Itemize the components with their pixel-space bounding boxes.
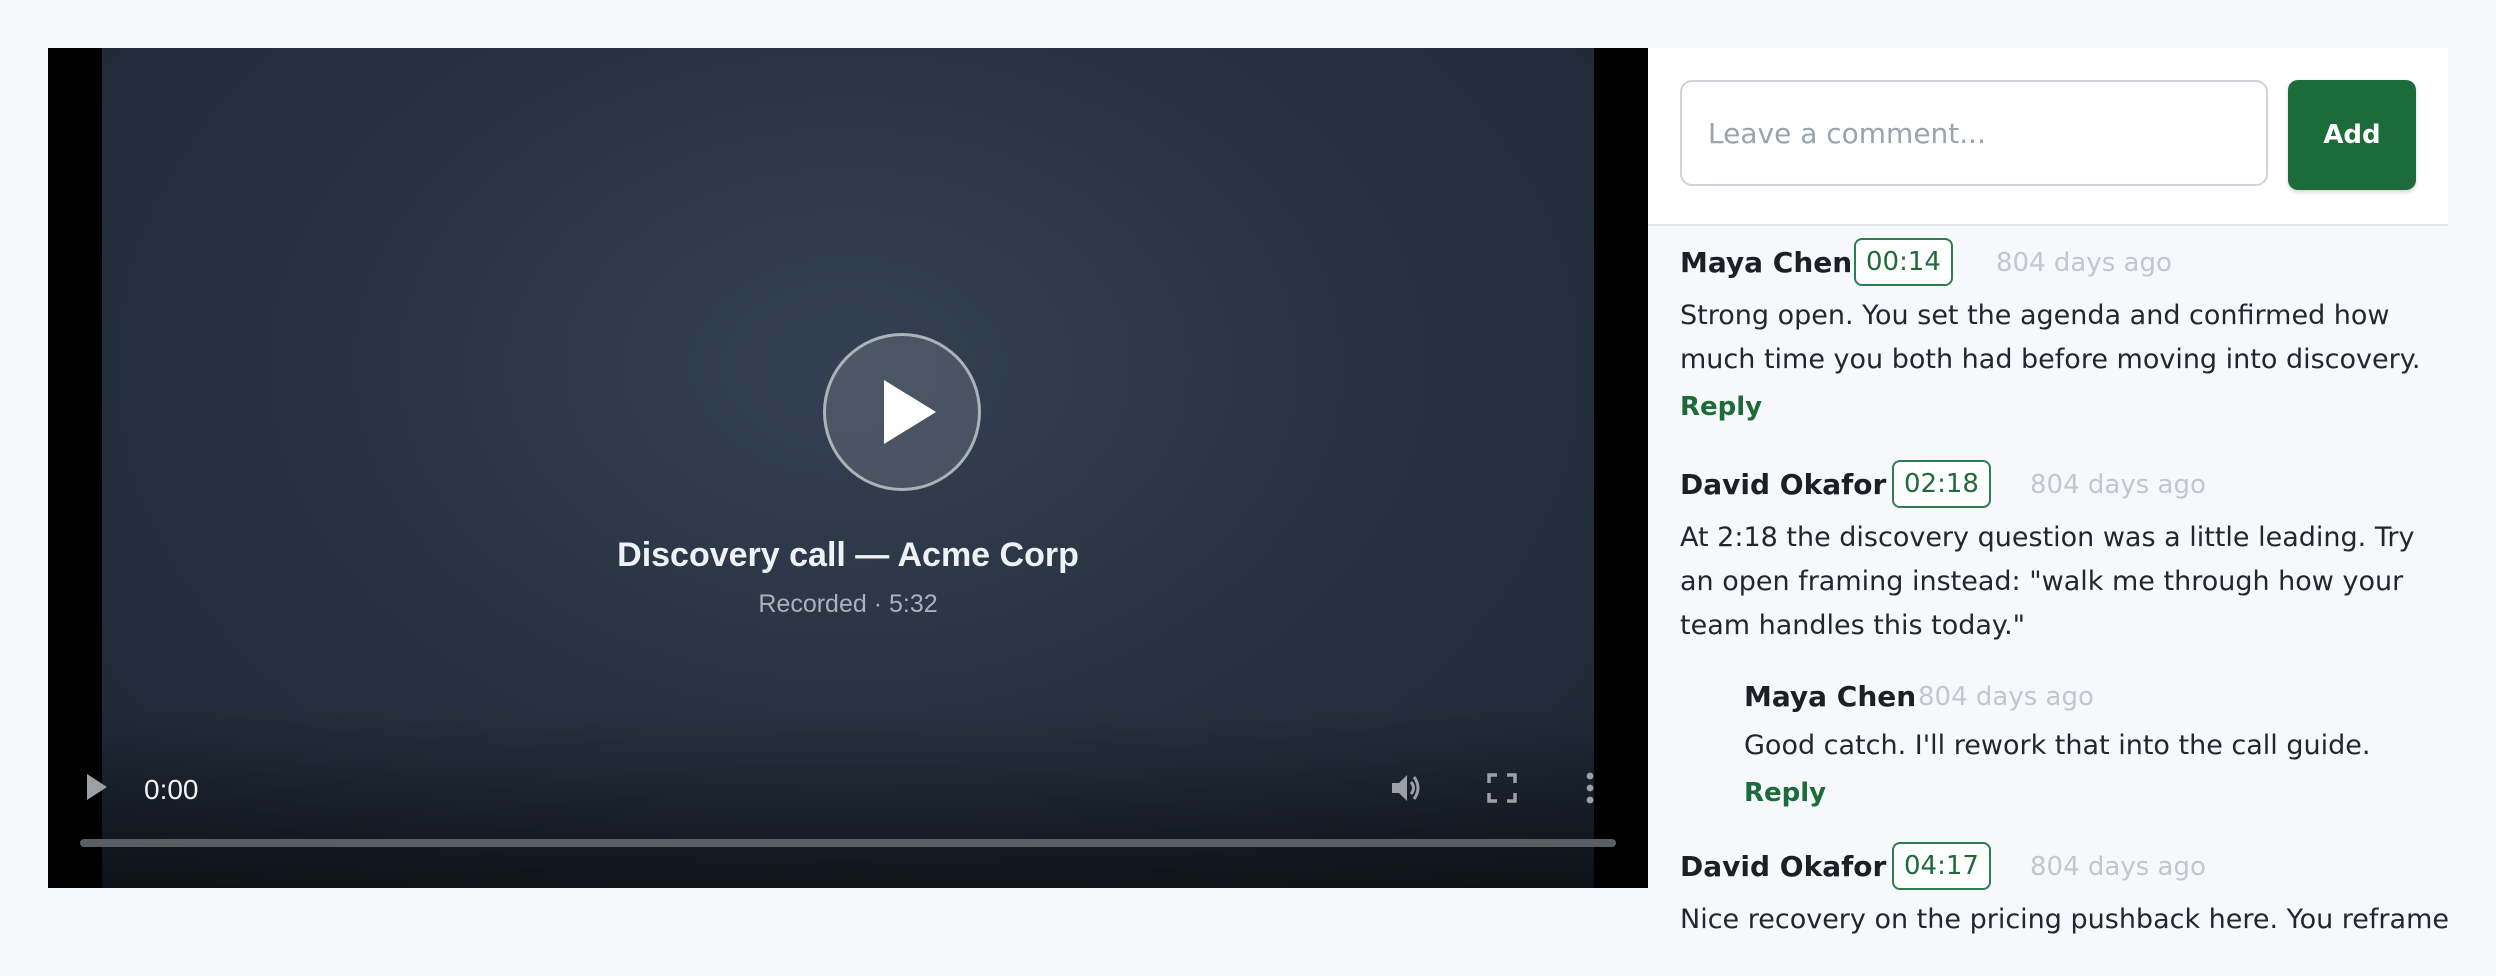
reply-author: Maya Chen	[1744, 680, 1917, 713]
big-play-button[interactable]	[823, 333, 981, 491]
comment-header: Maya Chen 00:14 804 days ago	[1680, 238, 2430, 294]
comment-text: At 2:18 the discovery question was a lit…	[1680, 522, 2415, 641]
timestamp-chip[interactable]: 04:17	[1892, 842, 1991, 890]
volume-icon	[1392, 775, 1420, 801]
comment-text: Strong open. You set the agenda and conf…	[1680, 300, 2421, 375]
comments-panel: Add Maya Chen 00:14 804 days ago Strong …	[1648, 48, 2448, 976]
play-icon	[884, 380, 936, 444]
comment-item: David Okafor 04:17 804 days ago Nice rec…	[1680, 842, 2448, 942]
current-time: 0:00	[144, 774, 199, 805]
progress-bar[interactable]	[80, 839, 1616, 847]
more-options-button[interactable]	[1584, 770, 1596, 810]
reply-text: Good catch. I'll rework that into the ca…	[1744, 730, 2371, 761]
comment-age: 804 days ago	[2030, 470, 2206, 500]
timestamp-chip[interactable]: 02:18	[1892, 460, 1991, 508]
comment-input[interactable]	[1680, 80, 2268, 186]
play-toggle-button[interactable]	[84, 772, 110, 806]
comment-item: David Okafor 02:18 804 days ago At 2:18 …	[1680, 460, 2430, 648]
reply-item: Maya Chen 804 days ago Good catch. I'll …	[1744, 672, 2434, 808]
comment-header: David Okafor 02:18 804 days ago	[1680, 460, 2430, 516]
comment-author: Maya Chen	[1680, 246, 1853, 279]
reply-age: 804 days ago	[1918, 682, 2094, 712]
video-poster: Discovery call — Acme Corp Recorded · 5:…	[102, 48, 1594, 888]
video-title: Discovery call — Acme Corp	[617, 536, 1079, 574]
comment-author: David Okafor	[1680, 850, 1887, 883]
reply-link[interactable]: Reply	[1680, 392, 1762, 422]
add-comment-button[interactable]: Add	[2288, 80, 2416, 190]
fullscreen-button[interactable]	[1486, 772, 1518, 808]
comment-text: Nice recovery on the pricing pushback he…	[1680, 904, 2448, 935]
video-subtitle: Recorded · 5:32	[758, 590, 938, 618]
more-vertical-icon	[1586, 772, 1594, 804]
comment-age: 804 days ago	[2030, 852, 2206, 882]
comment-item: Maya Chen 00:14 804 days ago Strong open…	[1680, 238, 2430, 422]
video-player[interactable]: Discovery call — Acme Corp Recorded · 5:…	[48, 48, 1648, 888]
reply-header: Maya Chen 804 days ago	[1744, 672, 2434, 724]
timestamp-chip[interactable]: 00:14	[1854, 238, 1953, 286]
volume-button[interactable]	[1388, 770, 1424, 810]
play-icon	[87, 774, 107, 800]
comment-composer: Add	[1648, 48, 2448, 226]
comment-author: David Okafor	[1680, 468, 1887, 501]
reply-link[interactable]: Reply	[1744, 778, 1826, 808]
controls-gradient	[102, 708, 1594, 888]
comment-header: David Okafor 04:17 804 days ago	[1680, 842, 2430, 898]
comment-age: 804 days ago	[1996, 248, 2172, 278]
fullscreen-icon	[1487, 773, 1517, 803]
